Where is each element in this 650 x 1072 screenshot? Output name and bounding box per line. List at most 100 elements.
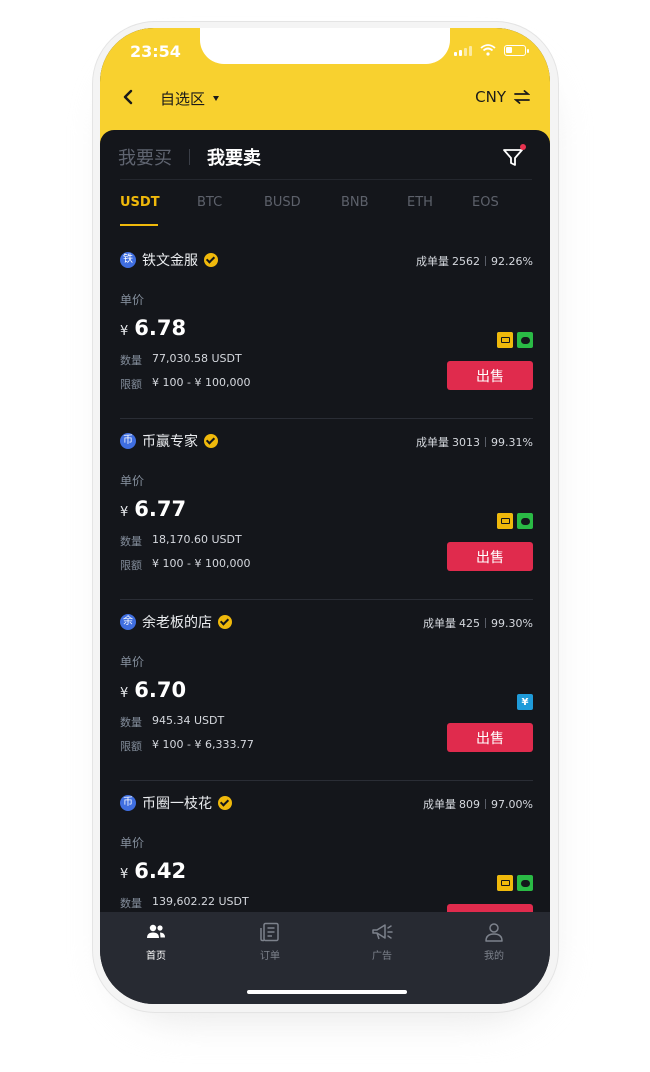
trade-tabs: 我要买 我要卖 [118, 144, 261, 170]
payment-methods: ¥ [497, 875, 533, 891]
orders-label: 成单量 [423, 798, 457, 811]
tab-buy[interactable]: 我要买 [118, 144, 172, 170]
quantity-label: 数量 [120, 897, 142, 910]
merchant-stats: 成单量 3013 99.31% [416, 434, 533, 450]
price-value: 6.77 [134, 497, 187, 521]
limit-label: 限额 [120, 559, 142, 572]
nav-item-ads[interactable]: 广告 [352, 922, 412, 962]
merchant-stats: 成单量 425 99.30% [423, 615, 533, 631]
nav-label: 我的 [484, 951, 504, 962]
wifi-icon [480, 44, 496, 56]
avatar: 余 [120, 614, 136, 630]
coin-tab-btc[interactable]: BTC [197, 195, 264, 210]
completion-rate: 97.00% [491, 797, 533, 811]
currency-symbol: ¥ [120, 505, 129, 520]
coin-tab-usdt[interactable]: USDT [120, 195, 197, 226]
currency-symbol: ¥ [120, 686, 129, 701]
payment-methods: ¥ [517, 694, 533, 710]
limit-row: 限额 ¥ 100 - ¥ 100,000 [120, 376, 250, 392]
stats-divider [485, 799, 487, 809]
avatar: 铁 [120, 252, 136, 268]
quantity-row: 数量 139,602.22 USDT [120, 895, 249, 911]
back-arrow-icon[interactable] [120, 86, 138, 108]
phone-notch [200, 28, 450, 64]
price-label: 单价 [120, 655, 145, 669]
limit-value: ¥ 100 - ¥ 100,000 [152, 376, 251, 389]
quantity-value: 945.34 USDT [152, 714, 225, 727]
merchant-header[interactable]: 铁 铁文金服 [120, 250, 218, 270]
coin-tab-eth[interactable]: ETH [407, 195, 472, 210]
merchant-stats: 成单量 809 97.00% [423, 796, 533, 812]
coin-tab-busd[interactable]: BUSD [264, 195, 341, 210]
verified-badge-icon [204, 253, 218, 267]
coin-tabs: USDT BTC BUSD BNB ETH EOS [120, 195, 532, 226]
stats-divider [485, 618, 487, 628]
main-content: 我要买 我要卖 USDT BTC BUSD BNB ETH EOS 铁 铁文金服… [100, 130, 550, 933]
limit-label: 限额 [120, 740, 142, 753]
completion-rate: 99.31% [491, 435, 533, 449]
limit-label: 限额 [120, 378, 142, 391]
limit-value: ¥ 100 - ¥ 6,333.77 [152, 738, 254, 751]
price-row: ¥ 6.78 [120, 316, 186, 340]
active-tab-indicator [120, 224, 158, 226]
sell-button[interactable]: 出售 [447, 723, 533, 752]
merchant-name: 币圈一枝花 [142, 796, 212, 812]
market-zone-selector[interactable]: 自选区 [160, 88, 220, 109]
price-value: 6.78 [134, 316, 187, 340]
bank-transfer-icon: ¥ [517, 694, 533, 710]
nav-item-profile[interactable]: 我的 [464, 922, 524, 962]
battery-icon [504, 45, 529, 56]
signal-icon [454, 46, 472, 56]
tab-sell[interactable]: 我要卖 [207, 144, 261, 170]
card-divider [120, 418, 533, 419]
orders-count: 809 [459, 797, 481, 811]
wechat-pay-icon [517, 875, 533, 891]
nav-item-home[interactable]: 首页 [126, 922, 186, 962]
quantity-value: 139,602.22 USDT [152, 895, 249, 908]
coin-tab-eos[interactable]: EOS [472, 195, 499, 210]
currency-switch[interactable]: CNY [475, 88, 530, 106]
orders-label: 成单量 [416, 436, 450, 449]
coin-tab-bnb[interactable]: BNB [341, 195, 407, 210]
orders-count: 3013 [452, 435, 481, 449]
quantity-value: 77,030.58 USDT [152, 352, 242, 365]
nav-item-orders[interactable]: 订单 [240, 922, 300, 962]
filter-button[interactable] [502, 144, 526, 168]
limit-value: ¥ 100 - ¥ 100,000 [152, 557, 251, 570]
stats-divider [485, 256, 487, 266]
price-label: 单价 [120, 474, 145, 488]
merchant-header[interactable]: 余 余老板的店 [120, 612, 232, 632]
sell-button[interactable]: 出售 [447, 542, 533, 571]
quantity-row: 数量 18,170.60 USDT [120, 533, 242, 549]
quantity-label: 数量 [120, 535, 142, 548]
orders-label: 成单量 [423, 617, 457, 630]
merchant-header[interactable]: 币 币圈一枝花 [120, 793, 232, 813]
orders-count: 425 [459, 616, 481, 630]
quantity-value: 18,170.60 USDT [152, 533, 242, 546]
nav-label: 订单 [260, 951, 280, 962]
home-indicator [247, 990, 407, 994]
divider [120, 179, 532, 180]
merchant-card[interactable]: 余 余老板的店 成单量 425 99.30% 单价 ¥ 6.70 数量 945.… [120, 602, 533, 783]
bank-card-icon [497, 875, 513, 891]
currency-symbol: ¥ [120, 324, 129, 339]
quantity-row: 数量 77,030.58 USDT [120, 352, 242, 368]
market-zone-title: 自选区 [160, 90, 206, 108]
verified-badge-icon [204, 434, 218, 448]
quantity-label: 数量 [120, 354, 142, 367]
tab-divider [189, 149, 190, 165]
merchant-card[interactable]: 币 币赢专家 成单量 3013 99.31% 单价 ¥ 6.77 数量 18,1… [120, 421, 533, 602]
sell-button[interactable]: 出售 [447, 361, 533, 390]
bank-card-icon [497, 513, 513, 529]
card-divider [120, 599, 533, 600]
card-divider [120, 780, 533, 781]
caret-down-icon [213, 96, 220, 101]
merchant-card[interactable]: 铁 铁文金服 成单量 2562 92.26% 单价 ¥ 6.78 数量 77,0… [120, 240, 533, 421]
merchant-header[interactable]: 币 币赢专家 [120, 431, 218, 451]
app-screen: 23:54 自选区 CNY 我要买 我要卖 USDT BTC BUSD BNB … [100, 28, 550, 1004]
avatar: 币 [120, 433, 136, 449]
nav-label: 首页 [146, 951, 166, 962]
price-row: ¥ 6.70 [120, 678, 186, 702]
payment-methods: ¥ [497, 513, 533, 529]
payment-methods: ¥ [497, 332, 533, 348]
